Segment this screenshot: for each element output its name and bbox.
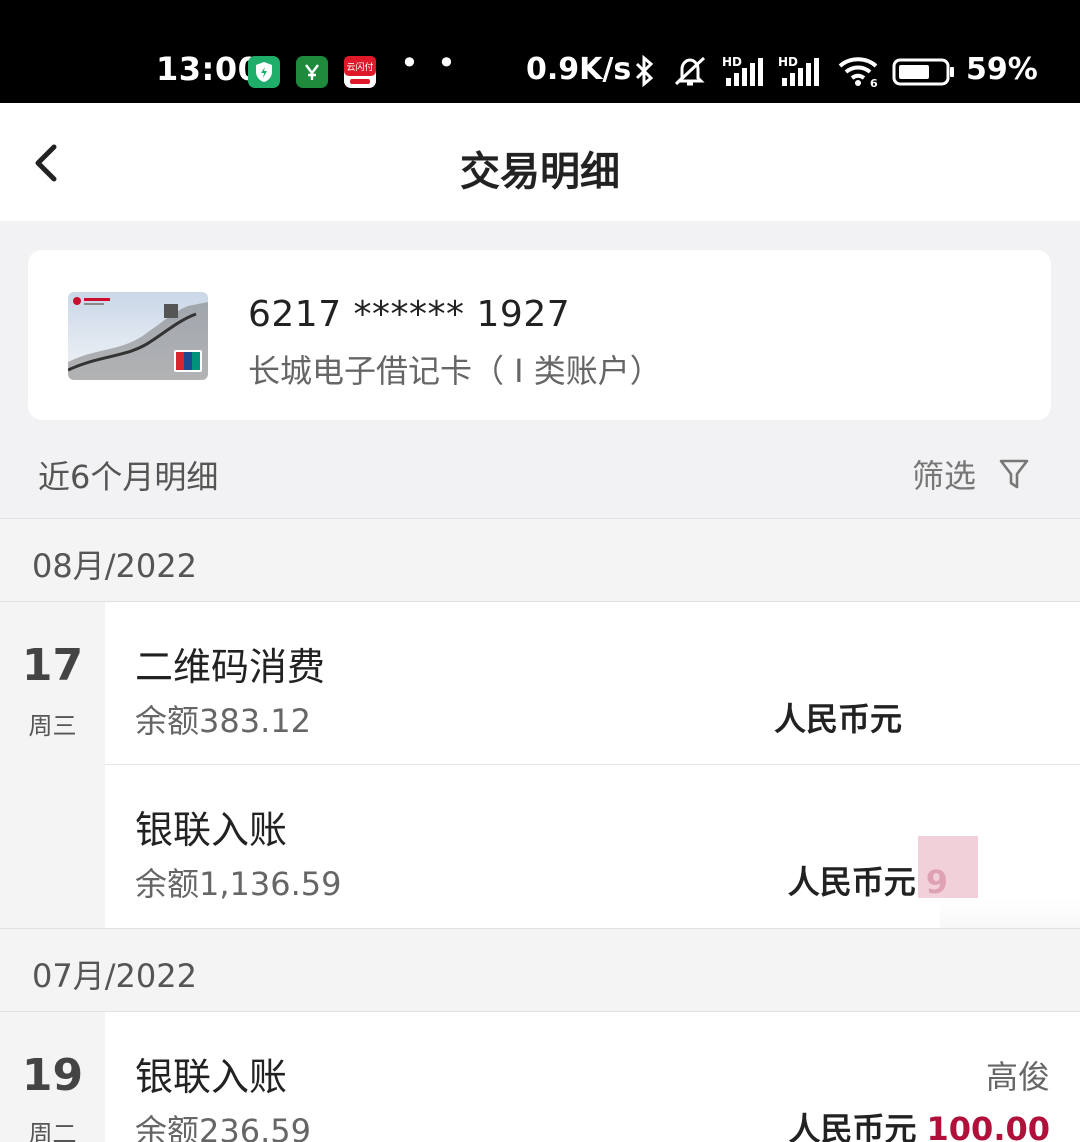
svg-text:HD: HD	[778, 55, 798, 69]
range-label: 近6个月明细	[38, 458, 219, 496]
card-number: 6217 ****** 1927	[248, 294, 571, 335]
nav-header: 交易明细	[0, 103, 1080, 221]
battery-icon	[892, 58, 954, 86]
month-label: 07月/2022	[32, 957, 197, 995]
day-column: 17 周三	[0, 602, 105, 928]
day-group: 19 周二 银联入账 高俊 余额236.59 人民币元 100.00	[0, 1012, 1080, 1142]
account-card[interactable]: 6217 ****** 1927 长城电子借记卡（ I 类账户）	[28, 250, 1051, 420]
bluetooth-icon	[635, 54, 654, 88]
signal-hd-icon: HD	[722, 55, 763, 86]
card-type: 长城电子借记卡（ I 类账户）	[248, 352, 662, 390]
day-number: 19	[21, 1050, 84, 1101]
transaction-balance: 余额383.12	[135, 702, 311, 740]
transaction-title: 银联入账	[135, 1055, 288, 1099]
month-header: 08月/2022	[0, 518, 1080, 602]
transaction-balance: 余额1,136.59	[135, 865, 342, 903]
wifi-icon: 6	[838, 57, 878, 88]
amount-currency: 人民币元	[788, 1110, 917, 1142]
transaction-balance: 余额236.59	[135, 1112, 311, 1142]
overlay-highlight	[918, 836, 978, 898]
month-label: 08月/2022	[32, 547, 197, 585]
yuan-app-icon	[296, 56, 328, 88]
transaction-payee: 高俊	[985, 1058, 1050, 1096]
status-more-dots: • •	[400, 44, 460, 82]
page-title: 交易明细	[460, 149, 620, 195]
day-column: 19 周二	[0, 1012, 105, 1142]
funnel-icon	[999, 459, 1029, 489]
shield-app-icon	[248, 56, 280, 88]
month-header: 07月/2022	[0, 928, 1080, 1012]
svg-text:HD: HD	[722, 55, 742, 69]
transaction-amount: 人民币元 100.00	[789, 1104, 1051, 1142]
signal-hd-icon: HD	[778, 55, 819, 86]
filter-button[interactable]: 筛选	[912, 452, 1042, 496]
amount-currency: 人民币元	[787, 863, 916, 901]
svg-text:6: 6	[870, 77, 878, 88]
status-bar: 13:00 云闪付 • • 0.9K/s HD HD 6 59%	[0, 0, 1080, 103]
app-badge-text: 云闪付	[346, 62, 373, 73]
transaction-row[interactable]: 银联入账 高俊 余额236.59 人民币元 100.00	[105, 1012, 1080, 1142]
status-time: 13:00	[156, 50, 261, 88]
transaction-title: 银联入账	[135, 808, 288, 852]
battery-percent: 59%	[966, 52, 1038, 87]
day-weekday: 周三	[28, 712, 77, 740]
amount-currency: 人民币元	[773, 700, 902, 738]
amount-value: 100.00	[926, 1110, 1050, 1142]
day-group: 17 周三 二维码消费 余额383.12 人民币元 银联入账 余额1,136.5…	[0, 602, 1080, 958]
net-speed: 0.9K/s	[526, 52, 632, 87]
day-weekday: 周二	[28, 1120, 77, 1142]
transaction-amount: 人民币元	[774, 694, 912, 740]
transaction-title: 二维码消费	[135, 645, 326, 689]
overlay-fade	[910, 632, 1080, 742]
mute-icon	[674, 56, 706, 86]
day-number: 17	[21, 640, 84, 691]
filter-label: 筛选	[912, 457, 977, 495]
yunshanfu-app-icon: 云闪付	[344, 56, 376, 88]
bank-card-image	[68, 292, 208, 380]
